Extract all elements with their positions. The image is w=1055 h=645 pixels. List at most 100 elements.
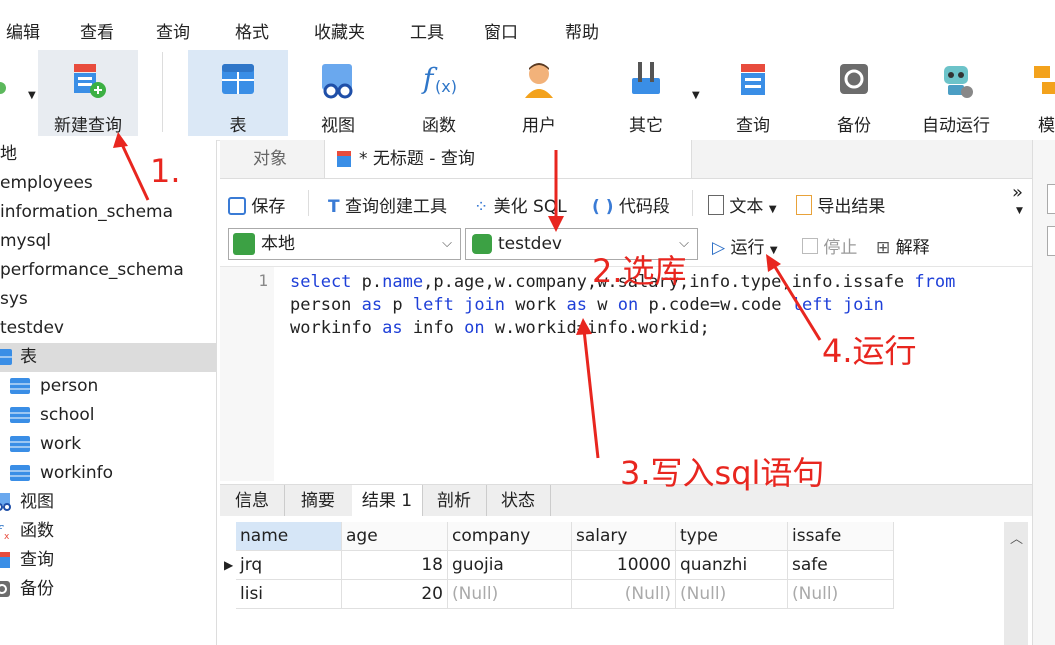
view-icon [322, 64, 353, 99]
dropdown-arrow-icon[interactable]: ▼ [28, 90, 36, 101]
menu-help[interactable]: 帮助 [565, 18, 599, 43]
table-icon [0, 349, 12, 365]
column-header[interactable]: name [236, 522, 342, 551]
tab-untitled-query[interactable]: * 无标题 - 查询 [324, 140, 692, 178]
tab-profile[interactable]: 剖析 [422, 485, 487, 517]
tab-result-1[interactable]: 结果 1 [352, 485, 423, 517]
column-header[interactable]: salary [572, 522, 676, 551]
table-cell[interactable]: (Null) [788, 580, 894, 609]
table-cell[interactable]: 10000 [572, 551, 676, 580]
beautify-sql-button[interactable]: ⁘ 美化 SQL [474, 192, 567, 217]
tab-status[interactable]: 状态 [486, 485, 551, 517]
table-cell[interactable]: lisi [236, 580, 342, 609]
tree-item-information-schema[interactable]: information_schema [0, 198, 216, 227]
side-panel-control[interactable] [1047, 226, 1055, 256]
table-cell[interactable]: (Null) [572, 580, 676, 609]
tree-item-queries[interactable]: 查询 [0, 546, 216, 575]
save-button[interactable]: 保存 [228, 192, 285, 217]
result-grid: name age company salary type issafe ▶ jr… [220, 516, 1032, 645]
auto-run-label: 自动运行 [922, 116, 990, 136]
chevron-down-icon: ▼ [769, 245, 778, 256]
table-cell[interactable]: jrq [236, 551, 342, 580]
connection-select[interactable]: 本地 ⌵ [228, 228, 461, 260]
beautify-label: 美化 SQL [493, 197, 567, 217]
other-dropdown-icon[interactable]: ▼ [692, 90, 700, 101]
stop-button[interactable]: 停止 [802, 233, 857, 258]
tree-item-local[interactable]: 地 [0, 140, 216, 169]
table-cell[interactable]: (Null) [448, 580, 572, 609]
column-header[interactable]: company [448, 522, 572, 551]
view-button[interactable]: 视图 [294, 50, 382, 136]
tab-label: * 无标题 - 查询 [359, 149, 475, 169]
tree-item-performance-schema[interactable]: performance_schema [0, 256, 216, 285]
tree-item-school[interactable]: school [0, 401, 216, 430]
text-button[interactable]: 文本 ▼ [708, 192, 777, 217]
model-button[interactable]: 模 [1024, 50, 1055, 136]
grid-scrollbar[interactable]: ︿ [1004, 522, 1028, 645]
overflow-arrow-icon[interactable]: ▼ [1016, 206, 1023, 216]
tree-item-testdev[interactable]: testdev [0, 314, 216, 343]
tree-item-person[interactable]: person [0, 372, 216, 401]
table-cell[interactable]: safe [788, 551, 894, 580]
main-toolbar: ▼ 新建查询 表 视图 f (x) 函数 用户 其它 ▼ 查询 备份 自动运行 … [0, 46, 1055, 141]
magic-wand-icon: ⁘ [474, 197, 489, 217]
column-header[interactable]: type [676, 522, 788, 551]
menu-query[interactable]: 查询 [156, 18, 190, 43]
query-builder-icon: T [328, 197, 340, 217]
menu-edit[interactable]: 编辑 [6, 18, 40, 43]
tree-item-functions[interactable]: fx 函数 [0, 517, 216, 546]
tree-item-sys[interactable]: sys [0, 285, 216, 314]
user-button[interactable]: 用户 [494, 50, 584, 136]
auto-run-button[interactable]: 自动运行 [912, 50, 1000, 136]
more-button[interactable]: » [1012, 182, 1023, 203]
query-button[interactable]: 查询 [710, 50, 796, 136]
tab-objects[interactable]: 对象 [220, 140, 320, 178]
model-icon [1034, 66, 1055, 94]
column-header[interactable]: issafe [788, 522, 894, 551]
tree-item-label: 地 [0, 144, 17, 164]
tree-item-tables[interactable]: 表 [0, 343, 216, 372]
function-button[interactable]: f (x) 函数 [394, 50, 484, 136]
menu-format[interactable]: 格式 [235, 18, 269, 43]
table-cell[interactable]: 18 [342, 551, 448, 580]
snippet-button[interactable]: ( ) 代码段 [592, 192, 670, 217]
backup-label: 备份 [837, 116, 871, 136]
table-button[interactable]: 表 [188, 50, 288, 136]
table-cell[interactable]: quanzhi [676, 551, 788, 580]
scroll-up-icon[interactable]: ︿ [1010, 528, 1023, 547]
query-icon [741, 64, 765, 95]
other-button[interactable]: 其它 [600, 50, 692, 136]
new-query-button[interactable]: 新建查询 [38, 50, 138, 136]
toolbar-divider [308, 190, 309, 216]
tree-item-label: 函数 [20, 521, 54, 541]
menu-favorites[interactable]: 收藏夹 [314, 18, 365, 43]
tree-item-views[interactable]: 视图 [0, 488, 216, 517]
backup-button[interactable]: 备份 [810, 50, 898, 136]
annotation-step4: 4.运行 [822, 332, 917, 370]
export-results-button[interactable]: 导出结果 [796, 192, 885, 217]
query-icon [0, 552, 10, 568]
menu-tools[interactable]: 工具 [410, 18, 444, 43]
tree-item-backups[interactable]: 备份 [0, 575, 216, 604]
connection-icon[interactable] [0, 82, 6, 94]
tab-info[interactable]: 信息 [220, 485, 285, 517]
table-cell[interactable]: guojia [448, 551, 572, 580]
table-cell[interactable]: 20 [342, 580, 448, 609]
tab-summary[interactable]: 摘要 [284, 485, 353, 517]
menu-window[interactable]: 窗口 [484, 18, 518, 43]
menu-view[interactable]: 查看 [80, 18, 114, 43]
explain-button[interactable]: ⊞ 解释 [876, 233, 930, 258]
tree-item-mysql[interactable]: mysql [0, 227, 216, 256]
tree-item-workinfo[interactable]: workinfo [0, 459, 216, 488]
column-header[interactable]: age [342, 522, 448, 551]
table-cell[interactable]: (Null) [676, 580, 788, 609]
snippet-label: 代码段 [618, 197, 670, 217]
table-label: 表 [229, 116, 247, 136]
side-panel-control[interactable] [1047, 184, 1055, 214]
query-builder-button[interactable]: T 查询创建工具 [328, 192, 447, 217]
run-button[interactable]: ▷ 运行 ▼ [712, 233, 778, 258]
stop-label: 停止 [823, 238, 858, 258]
tree-item-employees[interactable]: employees [0, 169, 216, 198]
tree-item-label: 视图 [20, 492, 54, 512]
tree-item-work[interactable]: work [0, 430, 216, 459]
